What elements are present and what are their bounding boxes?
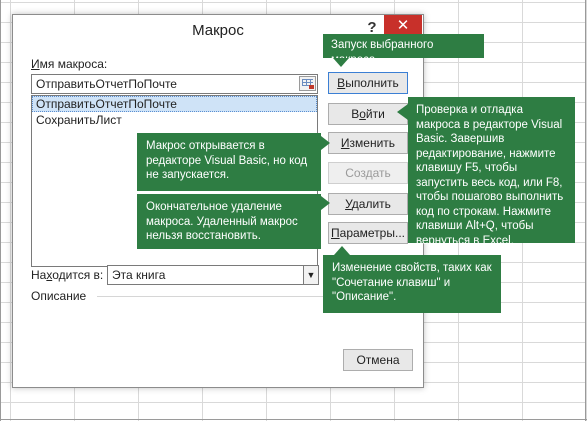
location-label: Находится в: bbox=[31, 268, 103, 282]
step-label-pre: В bbox=[351, 107, 360, 121]
edit-label: зменить bbox=[349, 136, 396, 150]
options-accesskey: П bbox=[331, 226, 340, 240]
macro-name-label-text: мя макроса: bbox=[39, 57, 108, 71]
sheet-frame-right bbox=[585, 0, 586, 421]
callout-step: Проверка и отладка макроса в редакторе V… bbox=[408, 97, 575, 247]
callout-delete: Окончательное удаление макроса. Удаленны… bbox=[137, 194, 321, 249]
run-button[interactable]: Выполнить bbox=[328, 72, 408, 94]
options-label: араметры... bbox=[339, 226, 405, 240]
location-label-text: одится в: bbox=[52, 268, 104, 282]
macro-name-label: Имя макроса: bbox=[31, 57, 107, 71]
step-accesskey: о bbox=[359, 107, 366, 121]
description-label: Описание bbox=[31, 289, 87, 303]
callout-options-pointer bbox=[334, 246, 350, 255]
delete-accesskey: У bbox=[345, 197, 352, 211]
cancel-button[interactable]: Отмена bbox=[343, 349, 413, 371]
macro-name-label-accesskey: И bbox=[31, 57, 40, 71]
edit-button[interactable]: Изменить bbox=[328, 132, 408, 154]
sheet-frame-left bbox=[0, 0, 1, 421]
list-item[interactable]: СохранитьЛист bbox=[32, 112, 317, 128]
callout-edit: Макрос открывается в редакторе Visual Ba… bbox=[137, 133, 321, 191]
create-button[interactable]: Создать bbox=[328, 162, 408, 184]
sheet-frame-bottom bbox=[0, 419, 587, 420]
edit-accesskey: И bbox=[340, 136, 350, 150]
callout-options: Изменение свойств, таких как "Сочетание … bbox=[323, 255, 501, 313]
callout-run-pointer bbox=[333, 58, 349, 67]
chevron-down-icon[interactable]: ▼ bbox=[303, 265, 319, 285]
callout-step-pointer bbox=[397, 104, 408, 120]
callout-delete-pointer bbox=[321, 196, 330, 210]
location-select[interactable]: Эта книга bbox=[107, 265, 305, 285]
location-label-pre: На bbox=[31, 268, 47, 282]
callout-run: Запуск выбранного макроса. bbox=[323, 34, 484, 66]
delete-button[interactable]: Удалить bbox=[328, 193, 408, 215]
run-label: ыполнить bbox=[345, 76, 399, 90]
collapse-dialog-icon[interactable] bbox=[299, 76, 316, 91]
step-label: йти bbox=[365, 107, 385, 121]
run-accesskey: В bbox=[337, 76, 346, 90]
step-into-button[interactable]: Войти bbox=[328, 103, 408, 125]
callout-edit-pointer bbox=[321, 136, 330, 150]
options-button[interactable]: Параметры... bbox=[328, 222, 408, 244]
macro-name-input[interactable]: ОтправитьОтчетПоПочте bbox=[31, 74, 318, 94]
list-item[interactable]: ОтправитьОтчетПоПочте bbox=[32, 96, 317, 112]
delete-label: далить bbox=[351, 197, 391, 211]
